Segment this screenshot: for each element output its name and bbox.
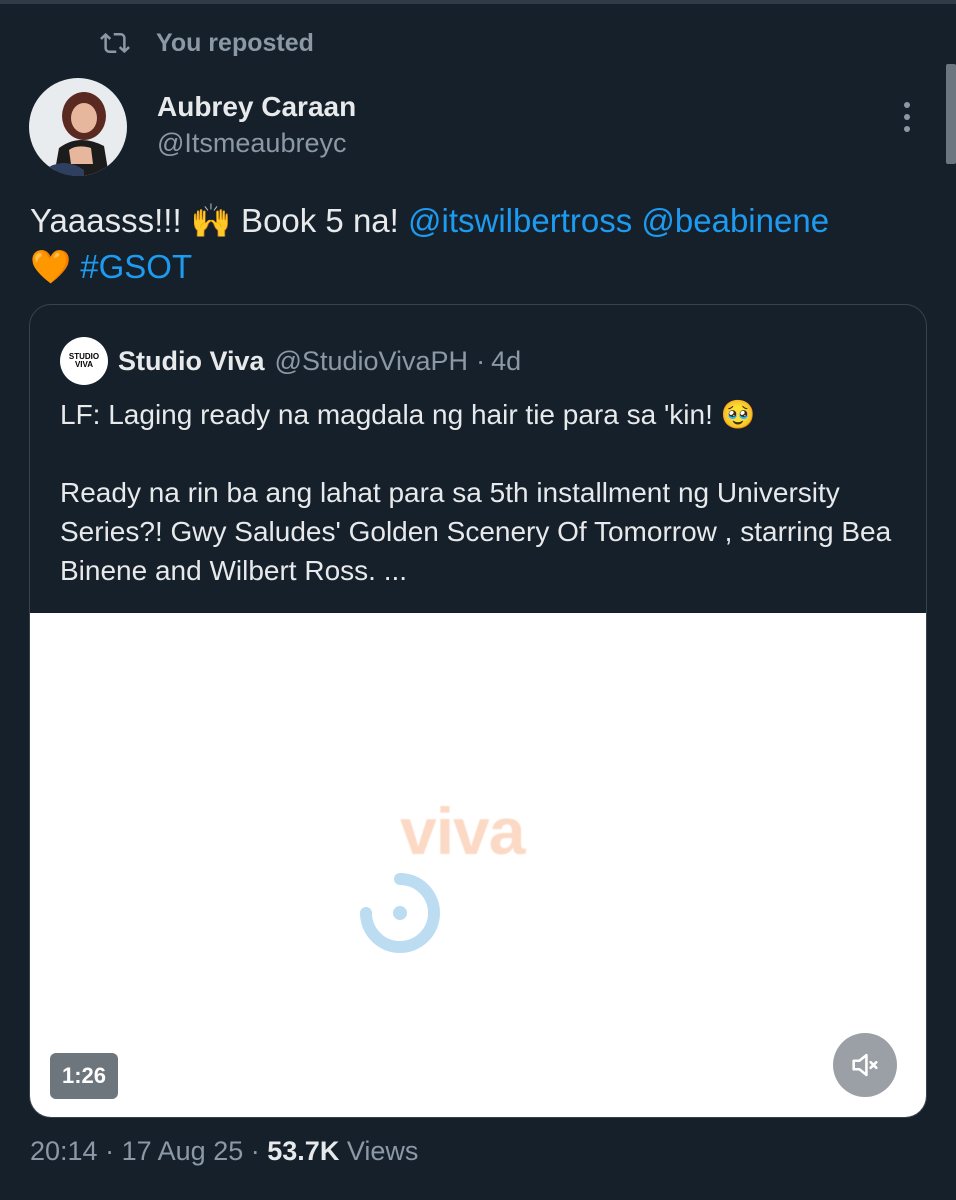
quote-separator: ·: [476, 345, 486, 376]
scrollbar-thumb[interactable]: [946, 64, 956, 164]
quote-text: LF: Laging ready na magdala ng hair tie …: [60, 399, 892, 586]
tweet-time[interactable]: 20:14: [30, 1136, 98, 1166]
quote-avatar-text: VIVA: [74, 360, 94, 369]
quote-timestamp[interactable]: 4d: [491, 346, 521, 377]
quote-header: STUDIO VIVA Studio Viva @StudioVivaPH · 4…: [60, 337, 521, 385]
mute-button[interactable]: [833, 1033, 897, 1097]
more-dot-icon: [904, 126, 910, 132]
avatar-image: [29, 78, 127, 176]
tweet-text: Yaaasss!!! 🙌 Book 5 na! @itswilbertross …: [30, 198, 920, 290]
quote-author-name[interactable]: Studio Viva: [118, 346, 265, 377]
author-info[interactable]: Aubrey Caraan @Itsmeaubreyc: [157, 90, 356, 160]
top-divider: [0, 0, 956, 4]
meta-separator: ·: [105, 1136, 115, 1166]
tweet-text-prefix: Yaaasss!!! 🙌 Book 5 na!: [30, 202, 409, 239]
repost-label: You reposted: [156, 28, 314, 57]
heart-emoji: 🧡: [30, 248, 72, 285]
mention-link[interactable]: @itswilbertross: [408, 202, 632, 239]
viva-logo: viva: [400, 794, 525, 868]
repost-icon: [100, 32, 130, 54]
views-label: Views: [346, 1136, 419, 1166]
more-dot-icon: [904, 102, 910, 108]
author-avatar[interactable]: [29, 78, 127, 176]
tweet-date[interactable]: 17 Aug 25: [122, 1136, 244, 1166]
mention-link[interactable]: @beabinene: [641, 202, 829, 239]
author-handle[interactable]: @Itsmeaubreyc: [157, 126, 356, 160]
views-count[interactable]: 53.7K: [267, 1136, 339, 1166]
video-player[interactable]: viva 1:26: [30, 613, 926, 1117]
repost-context: You reposted: [100, 28, 314, 58]
hashtag-link[interactable]: #GSOT: [80, 248, 192, 285]
loading-spinner-icon: [360, 873, 440, 953]
more-options-button[interactable]: [890, 100, 924, 134]
speaker-muted-icon: [852, 1053, 878, 1077]
author-name[interactable]: Aubrey Caraan: [157, 90, 356, 124]
more-dot-icon: [904, 114, 910, 120]
meta-separator: ·: [250, 1136, 260, 1166]
video-duration: 1:26: [50, 1053, 119, 1099]
quoted-tweet[interactable]: STUDIO VIVA Studio Viva @StudioVivaPH · 4…: [29, 304, 927, 1118]
quote-avatar[interactable]: STUDIO VIVA: [60, 337, 108, 385]
quote-author-handle[interactable]: @StudioVivaPH: [275, 346, 469, 377]
tweet-meta: 20:14 · 17 Aug 25 · 53.7K Views: [30, 1136, 418, 1167]
